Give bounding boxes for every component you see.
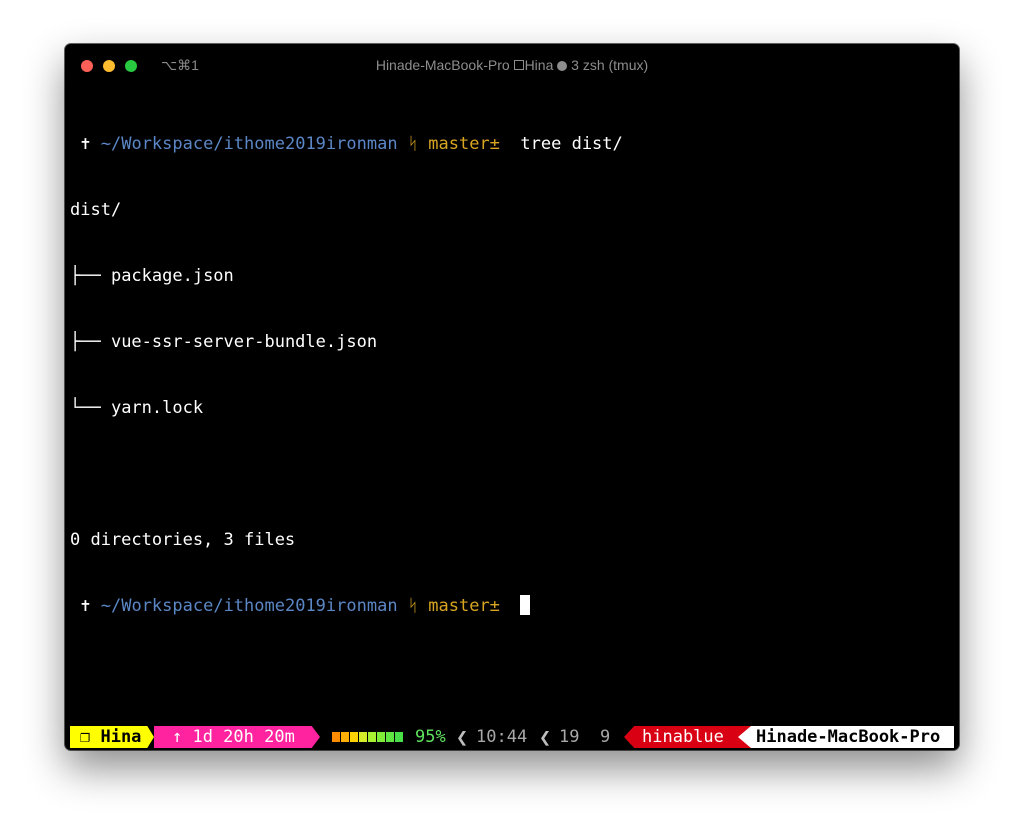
title-bar: ⌥⌘1 Hinade-MacBook-Pro Hina 3 zsh (tmux) <box>65 44 959 88</box>
prompt-path: ~/Workspace/ithome2019ironman <box>100 596 398 616</box>
tree-branch-glyph: ├── <box>70 332 111 352</box>
username-segment: hinablue <box>624 726 752 748</box>
terminal-window: ⌥⌘1 Hinade-MacBook-Pro Hina 3 zsh (tmux)… <box>65 44 959 750</box>
git-branch: master± <box>428 596 500 616</box>
uptime-segment: ↑ 1d 20h 20m <box>154 726 320 748</box>
hostname-segment: Hinade-MacBook-Pro <box>738 726 954 748</box>
battery-cell <box>350 732 358 742</box>
tree-item-name: yarn.lock <box>110 398 204 418</box>
git-branch-icon: ᛋ <box>407 134 419 154</box>
prompt-line: ✝ ~/Workspace/ithome2019ironman ᛋ master… <box>70 133 959 155</box>
tree-item: ├── vue-ssr-server-bundle.json <box>70 331 959 353</box>
tree-item: └── yarn.lock <box>70 397 959 419</box>
tree-branch-glyph: ├── <box>70 266 111 286</box>
date-month: 9 <box>600 727 611 747</box>
battery-percent: 95% <box>415 727 446 747</box>
battery-cell <box>377 732 385 742</box>
tree-item-name: package.json <box>110 266 234 286</box>
tree-root: dist/ <box>70 200 122 220</box>
text-cursor[interactable] <box>520 595 531 615</box>
pane-dot-icon <box>557 61 568 71</box>
tmux-status-bar: ❐ Hina ↑ 1d 20h 20m 95% ❮ 10:44 ❮ 19 9 h… <box>70 726 954 748</box>
session-segment[interactable]: ❐ Hina <box>70 726 154 748</box>
title-host: Hinade-MacBook-Pro <box>375 57 510 73</box>
tree-item-name: vue-ssr-server-bundle.json <box>110 332 378 352</box>
battery-cell <box>332 732 340 742</box>
session-icon <box>513 60 524 70</box>
title-session: Hina <box>524 57 554 73</box>
prompt-path: ~/Workspace/ithome2019ironman <box>100 134 398 154</box>
prompt-symbol: ✝ <box>80 596 91 616</box>
battery-cell <box>368 732 376 742</box>
date-day: 19 <box>559 727 580 747</box>
command-text: tree dist/ <box>520 134 623 154</box>
separator-chevron-icon: ❮ <box>539 725 552 749</box>
battery-cell <box>341 732 349 742</box>
git-branch-icon: ᛋ <box>407 596 419 616</box>
clock: 10:44 <box>476 727 528 747</box>
battery-gauge <box>332 732 403 742</box>
prompt-symbol: ✝ <box>80 134 91 154</box>
tree-item: ├── package.json <box>70 265 959 287</box>
tree-branch-glyph: └── <box>70 398 111 418</box>
battery-cell <box>386 732 394 742</box>
battery-cell <box>395 732 403 742</box>
git-branch: master± <box>428 134 500 154</box>
window-title: Hinade-MacBook-Pro Hina 3 zsh (tmux) <box>65 57 959 73</box>
prompt-line: ✝ ~/Workspace/ithome2019ironman ᛋ master… <box>70 595 959 617</box>
battery-cell <box>359 732 367 742</box>
terminal-output[interactable]: ✝ ~/Workspace/ithome2019ironman ᛋ master… <box>70 89 959 661</box>
title-pane: 3 zsh (tmux) <box>571 57 649 73</box>
tree-summary: 0 directories, 3 files <box>70 530 296 550</box>
separator-chevron-icon: ❮ <box>456 725 469 749</box>
